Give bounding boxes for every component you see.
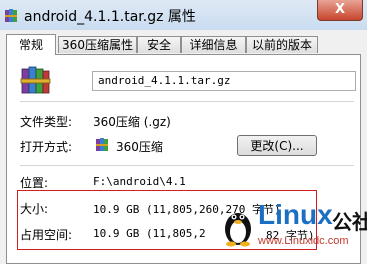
archive-icon [96,138,108,151]
change-button[interactable]: 更改(C)... [237,135,317,156]
tab-security[interactable]: 安全 [137,36,181,53]
size-label: 大小: [20,202,49,216]
penguin-logo [225,213,251,247]
divider [20,101,354,102]
tab-strip: 常规 360压缩属性 安全 详细信息 以前的版本 [6,34,361,55]
open-with-label: 打开方式: [20,140,73,154]
size-on-disk-label: 占用空间: [20,228,73,242]
file-type-label: 文件类型: [20,115,73,129]
tab-details[interactable]: 详细信息 [181,36,246,53]
location-value: F:\android\4.1 [93,175,186,188]
watermark-url: www.Linuxidc.com [258,235,349,247]
file-type-value: 360压缩 (.gz) [93,115,171,129]
size-on-disk-value: 10.9 GB (11,805,2 [93,227,206,240]
tab-previous-versions[interactable]: 以前的版本 [246,36,318,53]
watermark-brand: Linux [258,199,333,230]
archive-icon [20,66,51,94]
watermark-suffix: 公社 [332,210,367,234]
open-with-value: 360压缩 [116,140,163,154]
location-label: 位置: [20,176,49,190]
window-title: android_4.1.1.tar.gz 属性 [24,9,196,25]
close-button[interactable]: X [317,0,363,21]
filename-field[interactable]: android_4.1.1.tar.gz [92,71,356,91]
watermark: Linux 公社 www.Linuxidc.com [220,199,367,260]
divider [20,165,354,166]
tab-360-properties[interactable]: 360压缩属性 [58,36,137,53]
archive-icon [5,9,17,22]
tab-general[interactable]: 常规 [6,34,56,55]
title-bar: android_4.1.1.tar.gz 属性 X [0,0,367,30]
